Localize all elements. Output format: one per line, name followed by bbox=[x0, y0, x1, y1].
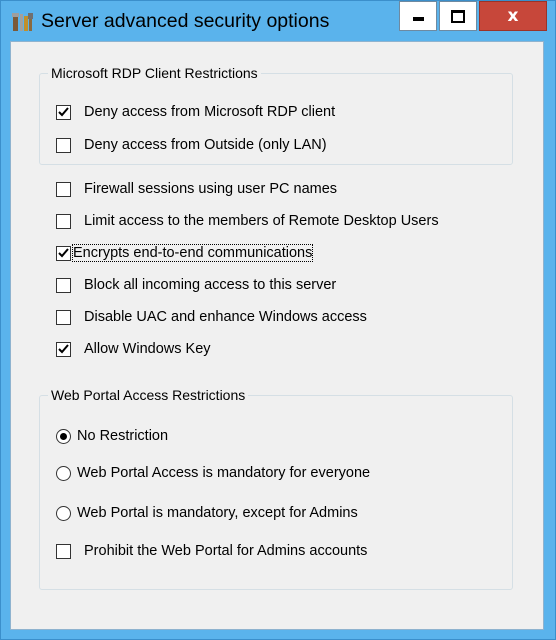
checkmark-icon bbox=[58, 107, 69, 117]
radio-mandatory-everyone[interactable]: Web Portal Access is mandatory for every… bbox=[56, 462, 370, 484]
radio-mandatory-except-admins[interactable]: Web Portal is mandatory, except for Admi… bbox=[56, 502, 358, 524]
checkbox-label: Encrypts end-to-end communications bbox=[71, 244, 314, 262]
checkbox-label: Disable UAC and enhance Windows access bbox=[84, 309, 367, 325]
checkbox-box[interactable] bbox=[56, 181, 71, 197]
checkbox-box[interactable] bbox=[56, 104, 71, 120]
checkbox-label: Block all incoming access to this server bbox=[84, 277, 337, 293]
radio-dot-icon bbox=[60, 432, 67, 440]
radio-label: No Restriction bbox=[77, 428, 169, 444]
checkbox-deny-outside[interactable]: Deny access from Outside (only LAN) bbox=[56, 134, 327, 156]
close-icon: x bbox=[507, 6, 519, 26]
dialog-content: Microsoft RDP Client Restrictions Deny a… bbox=[10, 41, 544, 630]
checkbox-firewall-pc-names[interactable]: Firewall sessions using user PC names bbox=[56, 178, 337, 200]
checkbox-box[interactable] bbox=[56, 245, 71, 261]
checkbox-box[interactable] bbox=[56, 213, 71, 229]
checkbox-encrypt-e2e[interactable]: Encrypts end-to-end communications bbox=[56, 242, 314, 264]
checkbox-deny-rdp-client[interactable]: Deny access from Microsoft RDP client bbox=[56, 101, 335, 123]
checkbox-box[interactable] bbox=[56, 137, 71, 153]
radio-button[interactable] bbox=[56, 465, 71, 481]
checkbox-prohibit-web-portal-admins[interactable]: Prohibit the Web Portal for Admins accou… bbox=[56, 540, 367, 562]
radio-button[interactable] bbox=[56, 428, 71, 444]
maximize-icon bbox=[451, 9, 465, 23]
window-title: Server advanced security options bbox=[41, 10, 330, 32]
checkbox-allow-windows-key[interactable]: Allow Windows Key bbox=[56, 338, 211, 360]
checkbox-label: Deny access from Outside (only LAN) bbox=[84, 137, 327, 153]
checkbox-label: Deny access from Microsoft RDP client bbox=[84, 104, 336, 120]
radio-label: Web Portal Access is mandatory for every… bbox=[77, 465, 371, 481]
checkbox-limit-rdu-members[interactable]: Limit access to the members of Remote De… bbox=[56, 210, 439, 232]
tools-icon bbox=[11, 11, 35, 33]
checkmark-icon bbox=[58, 344, 69, 354]
checkbox-label: Limit access to the members of Remote De… bbox=[84, 213, 439, 229]
checkmark-icon bbox=[58, 248, 69, 258]
checkbox-label: Allow Windows Key bbox=[84, 341, 211, 357]
radio-button[interactable] bbox=[56, 505, 71, 521]
maximize-button[interactable] bbox=[439, 1, 477, 31]
checkbox-disable-uac[interactable]: Disable UAC and enhance Windows access bbox=[56, 306, 367, 328]
minimize-button[interactable] bbox=[399, 1, 437, 31]
checkbox-box[interactable] bbox=[56, 341, 71, 357]
radio-no-restriction[interactable]: No Restriction bbox=[56, 425, 168, 447]
checkbox-box[interactable] bbox=[56, 309, 71, 325]
checkbox-box[interactable] bbox=[56, 277, 71, 293]
checkbox-label: Prohibit the Web Portal for Admins accou… bbox=[84, 543, 368, 559]
checkbox-label: Firewall sessions using user PC names bbox=[84, 181, 338, 197]
dialog-window: Server advanced security options x Micro… bbox=[0, 0, 556, 640]
close-button[interactable]: x bbox=[479, 1, 547, 31]
minimize-icon bbox=[412, 17, 424, 21]
checkbox-block-incoming[interactable]: Block all incoming access to this server bbox=[56, 274, 336, 296]
rdp-group-title: Microsoft RDP Client Restrictions bbox=[48, 65, 261, 81]
radio-label: Web Portal is mandatory, except for Admi… bbox=[77, 505, 358, 521]
title-bar[interactable]: Server advanced security options x bbox=[1, 1, 555, 41]
checkbox-box[interactable] bbox=[56, 543, 71, 559]
web-group-title: Web Portal Access Restrictions bbox=[48, 387, 249, 403]
